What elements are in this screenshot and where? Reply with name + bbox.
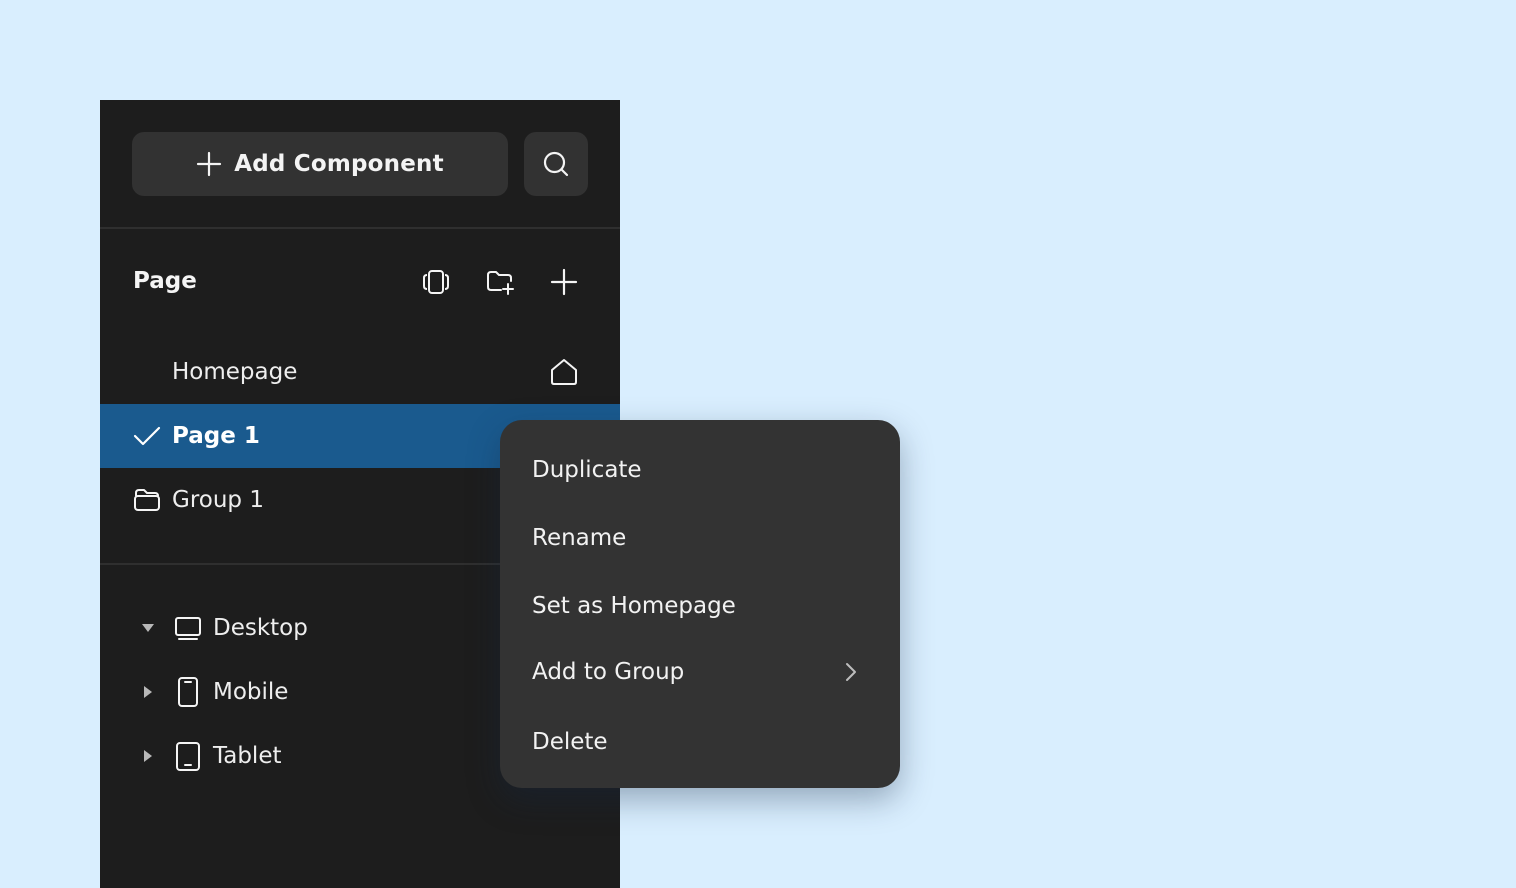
tablet-icon [176, 742, 200, 771]
pages-section-title: Page [133, 268, 197, 294]
add-group-button[interactable] [484, 266, 516, 298]
breakpoint-label: Mobile [213, 679, 289, 705]
menu-item-rename[interactable]: Rename [500, 510, 900, 566]
group-item-label: Group 1 [172, 487, 264, 513]
plus-icon [550, 268, 578, 296]
page-item-label: Homepage [172, 359, 298, 385]
menu-item-label: Add to Group [532, 659, 685, 685]
home-icon [551, 359, 577, 385]
caret-right-icon[interactable] [140, 684, 156, 700]
check-icon [133, 426, 161, 446]
breakpoint-label: Tablet [213, 743, 282, 769]
caret-down-icon[interactable] [140, 620, 156, 636]
folder-add-icon [487, 271, 514, 295]
desktop-icon [175, 617, 201, 640]
chevron-right-icon [846, 663, 856, 681]
menu-item-label: Set as Homepage [532, 593, 736, 619]
menu-item-delete[interactable]: Delete [500, 714, 900, 770]
add-component-button[interactable]: Add Component [132, 132, 508, 196]
breakpoint-label: Desktop [213, 615, 308, 641]
menu-item-label: Delete [532, 729, 608, 755]
search-button[interactable] [524, 132, 588, 196]
layers-icon [423, 270, 449, 294]
menu-item-label: Rename [532, 525, 627, 551]
menu-item-duplicate[interactable]: Duplicate [500, 442, 900, 498]
page-item-homepage[interactable]: Homepage [100, 340, 620, 404]
context-menu: Duplicate Rename Set as Homepage Add to … [500, 420, 900, 788]
folder-icon [134, 489, 160, 511]
pages-layout-button[interactable] [420, 266, 452, 298]
caret-right-icon[interactable] [140, 748, 156, 764]
menu-item-add-to-group[interactable]: Add to Group [500, 644, 900, 700]
mobile-icon [178, 677, 198, 707]
menu-item-set-as-homepage[interactable]: Set as Homepage [500, 578, 900, 634]
search-icon [543, 151, 569, 177]
page-item-label: Page 1 [172, 423, 260, 449]
divider [100, 227, 620, 229]
plus-icon [197, 151, 222, 177]
menu-item-label: Duplicate [532, 457, 642, 483]
add-component-label: Add Component [234, 151, 444, 177]
add-page-button[interactable] [548, 266, 580, 298]
